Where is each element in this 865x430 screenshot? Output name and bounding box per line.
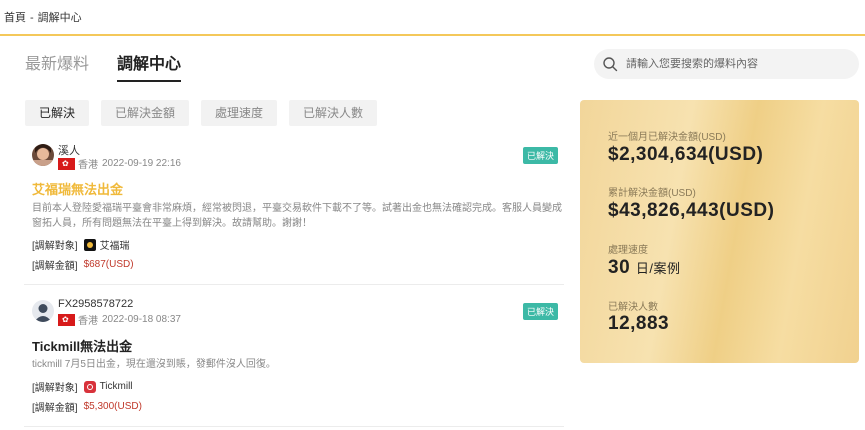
case-title[interactable]: Tickmill無法出金 bbox=[32, 336, 132, 355]
case-description: 目前本人登陸愛福瑞平臺會非常麻煩，經常被閃退，平臺交易軟件下載不了等。試著出金也… bbox=[32, 203, 562, 229]
stats-panel: 近一個月已解決金額(USD) $2,304,634(USD) 累計解決金額(US… bbox=[580, 100, 859, 363]
status-badge: 已解決 bbox=[522, 303, 558, 320]
processing-speed-unit: 日/案例 bbox=[635, 261, 681, 276]
total-resolved-label: 累計解決金額(USD) bbox=[608, 188, 696, 199]
mediation-object-row: [調解對象] 艾福瑞 bbox=[32, 237, 130, 252]
mediation-amount: $5,300(USD) bbox=[83, 401, 142, 412]
case-description: tickmill 7月5日出金，現在還沒到賬，發郵件沒人回復。 bbox=[32, 359, 276, 370]
filter-resolved-amount[interactable]: 已解決金額 bbox=[101, 100, 190, 126]
mediation-amount-label: [調解金額] bbox=[32, 403, 78, 414]
filter-resolved-people[interactable]: 已解決人數 bbox=[289, 100, 378, 126]
case-card[interactable]: 溪人 香港 2022-09-19 22:16 已解決 艾福瑞無法出金 目前本人登… bbox=[24, 142, 564, 282]
datetime: 2022-09-18 08:37 bbox=[102, 314, 181, 325]
search-input[interactable] bbox=[626, 58, 846, 70]
search-icon[interactable] bbox=[602, 56, 618, 72]
mediation-amount-row: [調解金額] $5,300(USD) bbox=[32, 399, 142, 414]
avatar[interactable] bbox=[32, 144, 54, 166]
filter-bar: 已解決 已解決金額 處理速度 已解決人數 bbox=[25, 100, 378, 126]
month-resolved-value: $2,304,634(USD) bbox=[608, 144, 764, 165]
card-divider bbox=[24, 284, 564, 285]
mediation-object-row: [調解對象] Tickmill bbox=[32, 379, 133, 394]
tab-latest-reports[interactable]: 最新爆料 bbox=[25, 50, 89, 82]
location: 香港 bbox=[78, 160, 98, 171]
broker-name[interactable]: Tickmill bbox=[100, 381, 133, 392]
case-title[interactable]: 艾福瑞無法出金 bbox=[32, 179, 123, 198]
card-divider bbox=[24, 426, 564, 427]
mediation-object-label: [調解對象] bbox=[32, 241, 78, 252]
total-resolved-value: $43,826,443(USD) bbox=[608, 200, 775, 221]
search-bar bbox=[594, 49, 859, 79]
case-meta: 香港 2022-09-19 22:16 bbox=[58, 156, 181, 171]
filter-processing-speed[interactable]: 處理速度 bbox=[201, 100, 278, 126]
broker-logo-icon bbox=[83, 238, 96, 251]
mediation-amount-row: [調解金額] $687(USD) bbox=[32, 257, 134, 272]
resolved-people-label: 已解決人數 bbox=[608, 302, 658, 313]
month-resolved-label: 近一個月已解決金額(USD) bbox=[608, 132, 726, 143]
processing-speed-value: 30 日/案例 bbox=[608, 257, 681, 279]
avatar[interactable] bbox=[32, 300, 54, 322]
breadcrumb-separator: - bbox=[30, 12, 34, 24]
case-meta: 香港 2022-09-18 08:37 bbox=[58, 312, 181, 327]
mediation-amount: $687(USD) bbox=[83, 259, 134, 270]
breadcrumb-current: 調解中心 bbox=[37, 12, 82, 24]
tab-mediation-center[interactable]: 調解中心 bbox=[117, 50, 182, 82]
filter-resolved[interactable]: 已解決 bbox=[25, 100, 90, 126]
user-name[interactable]: FX2958578722 bbox=[58, 298, 133, 310]
breadcrumb-home[interactable]: 首頁 bbox=[4, 12, 26, 24]
hong-kong-flag-icon bbox=[58, 157, 75, 170]
header-divider bbox=[0, 34, 865, 36]
broker-name[interactable]: 艾福瑞 bbox=[100, 237, 130, 252]
datetime: 2022-09-19 22:16 bbox=[102, 158, 181, 169]
processing-speed-label: 處理速度 bbox=[608, 245, 648, 256]
broker-logo-icon bbox=[83, 380, 96, 393]
mediation-object-label: [調解對象] bbox=[32, 383, 78, 394]
hong-kong-flag-icon bbox=[58, 313, 75, 326]
main-tabs: 最新爆料 調解中心 bbox=[25, 50, 182, 82]
location: 香港 bbox=[78, 316, 98, 327]
case-card[interactable]: FX2958578722 香港 2022-09-18 08:37 已解決 Tic… bbox=[24, 298, 564, 418]
resolved-people-value: 12,883 bbox=[608, 313, 670, 334]
mediation-amount-label: [調解金額] bbox=[32, 261, 78, 272]
breadcrumb: 首頁 - 調解中心 bbox=[4, 9, 82, 25]
processing-speed-number: 30 bbox=[608, 257, 631, 278]
status-badge: 已解決 bbox=[522, 147, 558, 164]
